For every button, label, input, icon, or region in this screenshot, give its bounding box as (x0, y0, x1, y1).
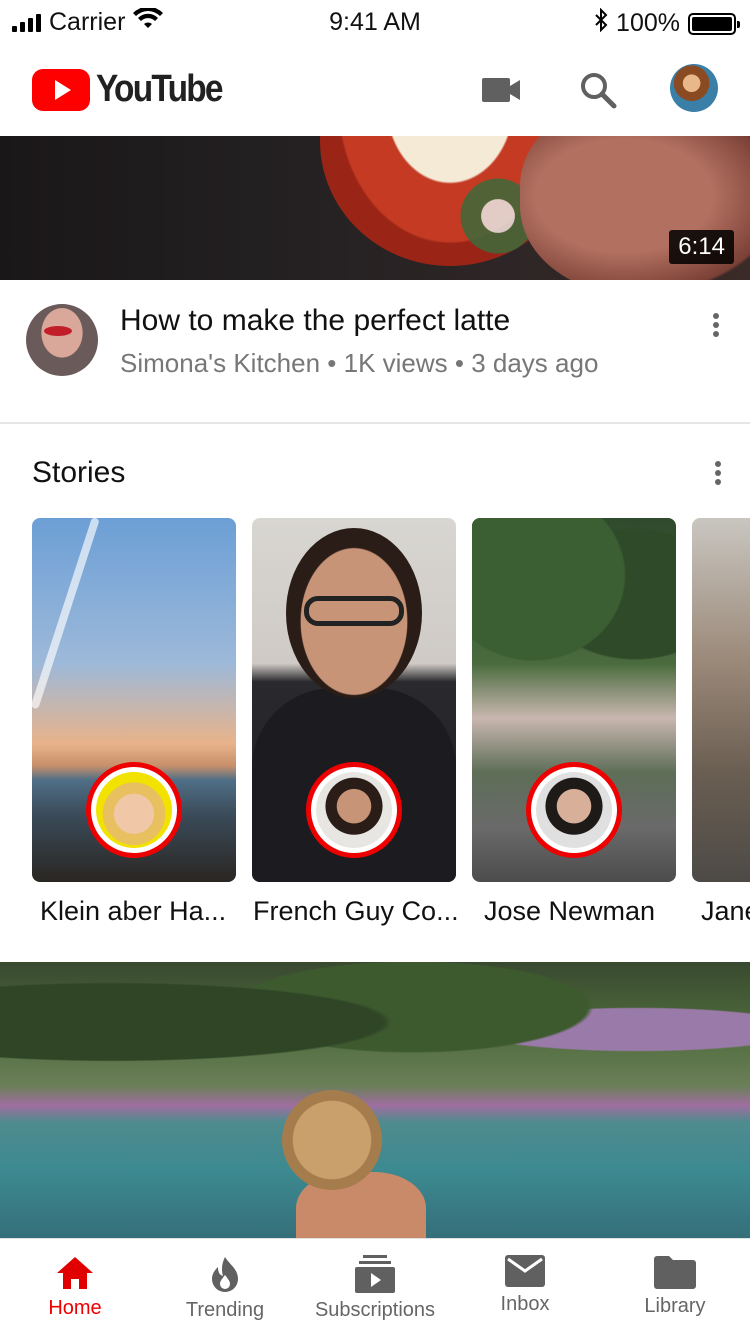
bottom-nav: Home Trending Subscriptions Inbox Librar… (0, 1238, 750, 1334)
tab-label: Library (644, 1295, 706, 1317)
home-icon (57, 1257, 93, 1289)
search-icon (581, 73, 617, 109)
story-card[interactable] (32, 518, 236, 882)
tab-inbox[interactable]: Inbox (450, 1239, 600, 1334)
glasses (304, 596, 404, 626)
tab-trending[interactable]: Trending (150, 1239, 300, 1334)
tab-label: Subscriptions (314, 1299, 436, 1321)
trees (472, 518, 676, 708)
account-avatar[interactable] (670, 64, 718, 112)
tab-home[interactable]: Home (0, 1239, 150, 1334)
story-card[interactable] (472, 518, 676, 882)
app-header: YouTube (0, 44, 750, 136)
video-info[interactable]: How to make the perfect latte Simona's K… (0, 280, 750, 422)
video-meta: Simona's Kitchen • 1K views • 3 days ago (120, 348, 599, 378)
subscriptions-icon (355, 1255, 395, 1293)
story-label[interactable]: Jose Newman (484, 896, 655, 927)
play-logo-icon (32, 68, 90, 111)
mail-icon (505, 1255, 545, 1287)
stories-more-button[interactable] (706, 458, 730, 488)
story-label[interactable]: Jane (701, 896, 750, 927)
video-camera-icon (482, 78, 520, 102)
youtube-logo[interactable]: YouTube (32, 68, 239, 111)
tab-label: Home (48, 1297, 102, 1319)
story-avatar (86, 762, 182, 858)
status-bar: Carrier 9:41 AM 100% (0, 0, 750, 44)
hat (282, 1090, 382, 1190)
divider (0, 422, 750, 424)
battery-percent: 100% (616, 9, 680, 37)
logo-text: YouTube (96, 68, 224, 110)
story-avatar (526, 762, 622, 858)
story-card[interactable] (692, 518, 750, 882)
story-label[interactable]: French Guy Co... (253, 896, 459, 927)
tab-label: Trending (185, 1299, 265, 1321)
upload-video-button[interactable] (476, 64, 528, 116)
video-thumbnail[interactable] (0, 962, 750, 1238)
stories-title: Stories (32, 456, 126, 489)
folder-icon (654, 1256, 696, 1289)
channel-avatar[interactable] (26, 304, 98, 376)
tab-label: Inbox (500, 1293, 550, 1315)
video-more-button[interactable] (704, 310, 728, 340)
foliage (0, 962, 750, 1112)
story-card[interactable] (252, 518, 456, 882)
video-thumbnail[interactable]: 6:14 (0, 136, 750, 280)
search-button[interactable] (572, 64, 624, 116)
video-title[interactable]: How to make the perfect latte (120, 304, 510, 338)
status-right: 100% (594, 7, 740, 39)
battery-icon (688, 12, 740, 35)
story-avatar (306, 762, 402, 858)
contrail (32, 518, 100, 710)
story-label[interactable]: Klein aber Ha... (40, 896, 226, 927)
tab-library[interactable]: Library (600, 1239, 750, 1334)
flame-icon (212, 1257, 238, 1292)
bluetooth-icon (594, 7, 608, 39)
tab-subscriptions[interactable]: Subscriptions (300, 1239, 450, 1334)
video-duration: 6:14 (669, 230, 734, 264)
